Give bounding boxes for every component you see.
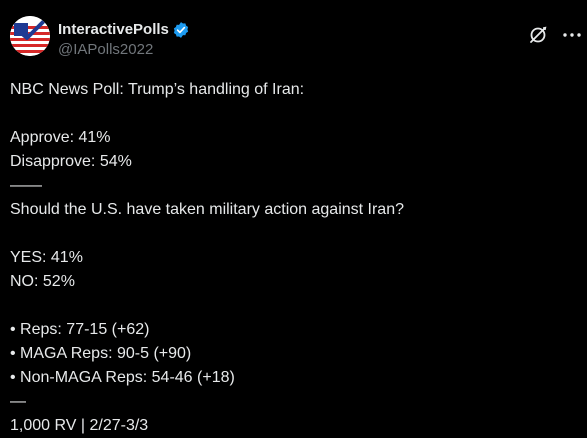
post-body: NBC News Poll: Trump’s handling of Iran:…	[10, 78, 580, 438]
us-flag-checkmark-logo	[10, 16, 50, 56]
post-title: NBC News Poll: Trump’s handling of Iran:	[10, 81, 305, 98]
reps-line: • Reps: 77-15 (+62)	[10, 321, 150, 338]
no-line: NO: 52%	[10, 273, 75, 290]
display-name[interactable]: InteractivePolls	[58, 20, 169, 40]
more-dots-icon[interactable]	[562, 25, 582, 45]
name-row: InteractivePolls	[58, 20, 190, 40]
grok-icon[interactable]	[528, 25, 548, 45]
non-maga-reps-line: • Non-MAGA Reps: 54-46 (+18)	[10, 369, 235, 386]
post-card[interactable]: InteractivePolls @IAPolls2022 NBC News P…	[0, 0, 587, 435]
post-header: InteractivePolls @IAPolls2022	[58, 20, 190, 60]
verified-badge-icon[interactable]	[172, 21, 190, 39]
approve-line: Approve: 41%	[10, 129, 111, 146]
disapprove-line: Disapprove: 54%	[10, 153, 132, 170]
divider-line: ——	[10, 177, 42, 194]
yes-line: YES: 41%	[10, 249, 83, 266]
maga-reps-line: • MAGA Reps: 90-5 (+90)	[10, 345, 192, 362]
footer-line: 1,000 RV | 2/27-3/3	[10, 417, 149, 434]
divider-line: —	[10, 393, 26, 410]
question-line: Should the U.S. have taken military acti…	[10, 201, 404, 218]
author-handle[interactable]: @IAPolls2022	[58, 40, 190, 60]
avatar[interactable]	[10, 16, 50, 56]
